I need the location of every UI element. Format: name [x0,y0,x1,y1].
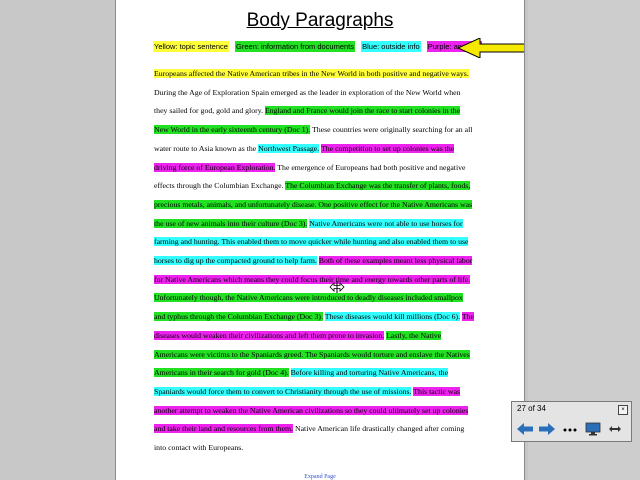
close-navigator-button[interactable]: × [618,405,628,415]
page-title: Body Paragraphs [246,10,394,31]
resize-cursor-icon [329,281,345,293]
slide-navigator: 27 of 34 × [511,401,632,442]
double-arrow-icon [609,426,622,432]
color-legend: Yellow: topic sentence Green: informatio… [153,41,486,52]
legend-topic-sentence: Yellow: topic sentence [153,41,229,52]
legend-outside-info: Blue: outside info [361,41,421,52]
arrow-right-icon [539,423,556,435]
ellipsis-icon [563,428,577,432]
essay-paragraph: Europeans affected the Native American t… [154,65,474,458]
essay-segment: These diseases would kill millions (Doc … [324,312,461,322]
screen-view-button[interactable] [583,420,603,438]
expand-button[interactable] [605,420,625,438]
next-slide-button[interactable] [538,420,558,438]
document-page: Body Paragraphs Yellow: topic sentence G… [115,0,525,480]
essay-segment: Northwest Passage. [258,143,320,153]
essay-segment: Europeans affected the Native American t… [154,69,469,78]
more-options-button[interactable] [560,420,580,438]
slide-counter: 27 of 34 [517,404,546,413]
arrow-left-icon [516,423,533,435]
previous-slide-button[interactable] [515,420,535,438]
left-gutter [0,0,115,480]
monitor-icon [585,422,600,436]
legend-documents: Green: information from documents [235,41,356,52]
pointer-arrow-icon [458,38,524,58]
expand-page-link[interactable]: Expand Page [116,474,524,480]
navigator-toolbar [515,419,628,439]
